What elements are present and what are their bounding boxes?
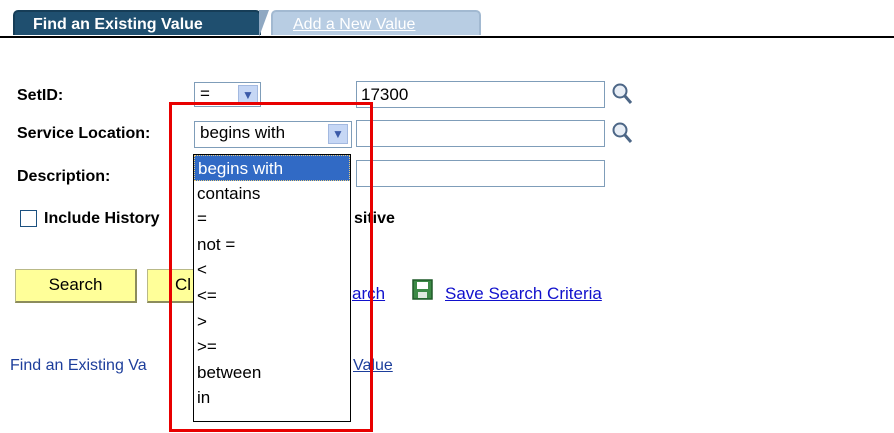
tab-underline-divider [0,36,894,38]
include-history-label: Include History [44,210,160,227]
include-history-checkbox[interactable] [20,210,37,227]
setid-operator-value: = [200,84,210,103]
description-label: Description: [17,168,111,185]
floppy-disk-icon [412,279,433,300]
save-search-criteria-link[interactable]: Save Search Criteria [445,284,602,304]
search-button[interactable]: Search [15,269,137,303]
tab-find-existing-value-label: Find an Existing Value [33,16,203,33]
setid-lookup-magnifier-icon[interactable] [611,82,633,106]
description-input[interactable] [356,160,605,187]
tab-add-new-value-label: Add a New Value [293,16,416,33]
find-existing-value-footer-link[interactable]: Find an Existing Va [10,357,147,375]
search-button-label: Search [48,275,103,294]
service-location-input[interactable] [356,120,605,147]
setid-input[interactable] [356,81,605,108]
setid-label: SetID: [17,87,64,104]
tab-find-existing-value[interactable]: Find an Existing Value [13,10,269,37]
highlight-annotation-box [169,102,373,432]
tab-add-new-value[interactable]: Add a New Value [271,10,481,35]
service-location-label: Service Location: [17,125,151,142]
service-location-lookup-magnifier-icon[interactable] [611,121,633,145]
